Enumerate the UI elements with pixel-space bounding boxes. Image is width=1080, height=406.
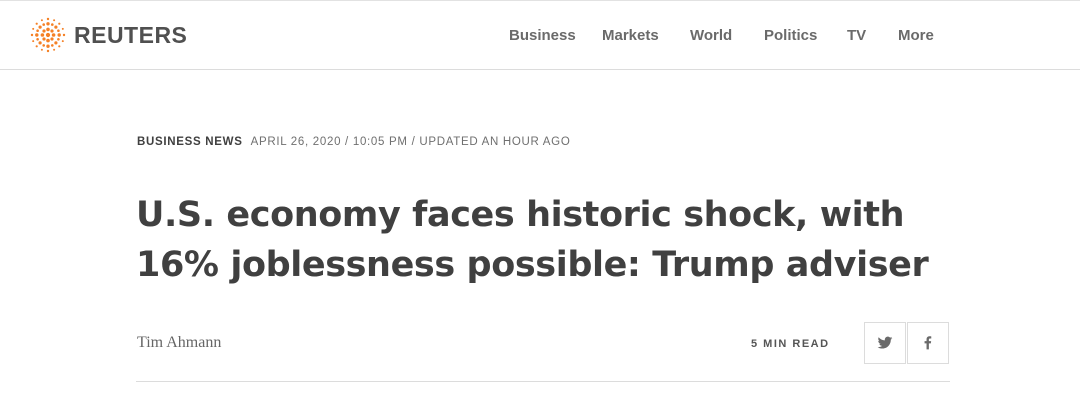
- nav-item-business[interactable]: Business: [509, 26, 576, 46]
- nav-item-tv[interactable]: TV: [847, 26, 866, 46]
- article-meta: Business News April 26, 2020 / 10:05 PM /…: [137, 135, 570, 149]
- twitter-icon: [877, 336, 893, 349]
- byline-divider: [136, 381, 950, 382]
- facebook-icon: [924, 336, 932, 350]
- share-twitter-button[interactable]: [864, 322, 906, 364]
- article-dateline: April 26, 2020 / 10:05 PM / Updated an h…: [250, 136, 571, 148]
- nav-item-more[interactable]: More: [898, 26, 934, 46]
- nav-item-markets[interactable]: Markets: [602, 26, 659, 46]
- nav-item-world[interactable]: World: [690, 26, 732, 46]
- site-header: REUTERS Business Markets World Politics …: [0, 1, 1080, 70]
- article-author[interactable]: Tim Ahmann: [137, 333, 221, 353]
- article-category-link[interactable]: Business News: [137, 136, 243, 148]
- read-time: 5 Min Read: [751, 338, 830, 350]
- share-facebook-button[interactable]: [907, 322, 949, 364]
- nav-item-politics[interactable]: Politics: [764, 26, 817, 46]
- main-nav: Business Markets World Politics TV More: [0, 26, 1080, 48]
- article-headline: U.S. economy faces historic shock, with …: [136, 195, 929, 285]
